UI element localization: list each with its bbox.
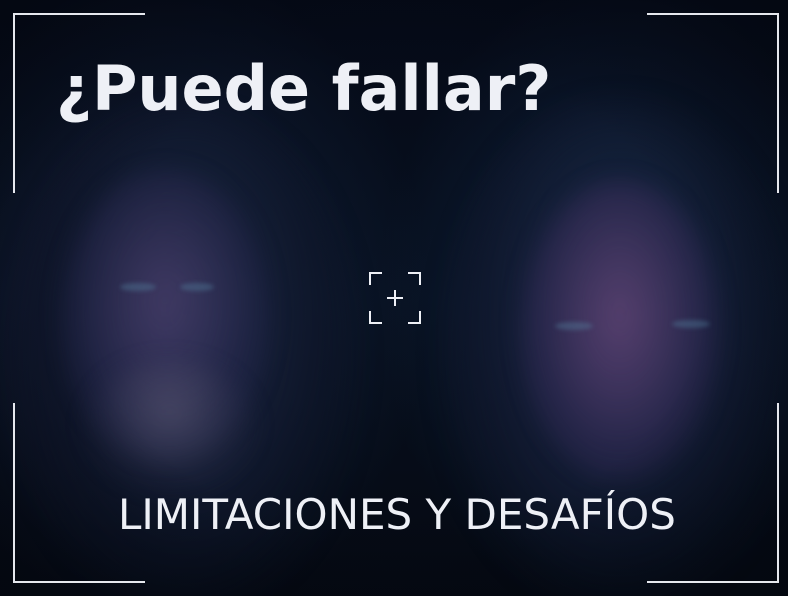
expand-icon — [369, 272, 421, 324]
slide-title: ¿Puede fallar? — [56, 52, 552, 125]
frame-corner-top-right — [647, 13, 779, 193]
slide-frame: ¿Puede fallar? LIMITACIONES Y DESAFÍOS — [0, 0, 788, 596]
slide-subtitle: LIMITACIONES Y DESAFÍOS — [118, 490, 676, 539]
expand-button[interactable] — [369, 272, 421, 324]
